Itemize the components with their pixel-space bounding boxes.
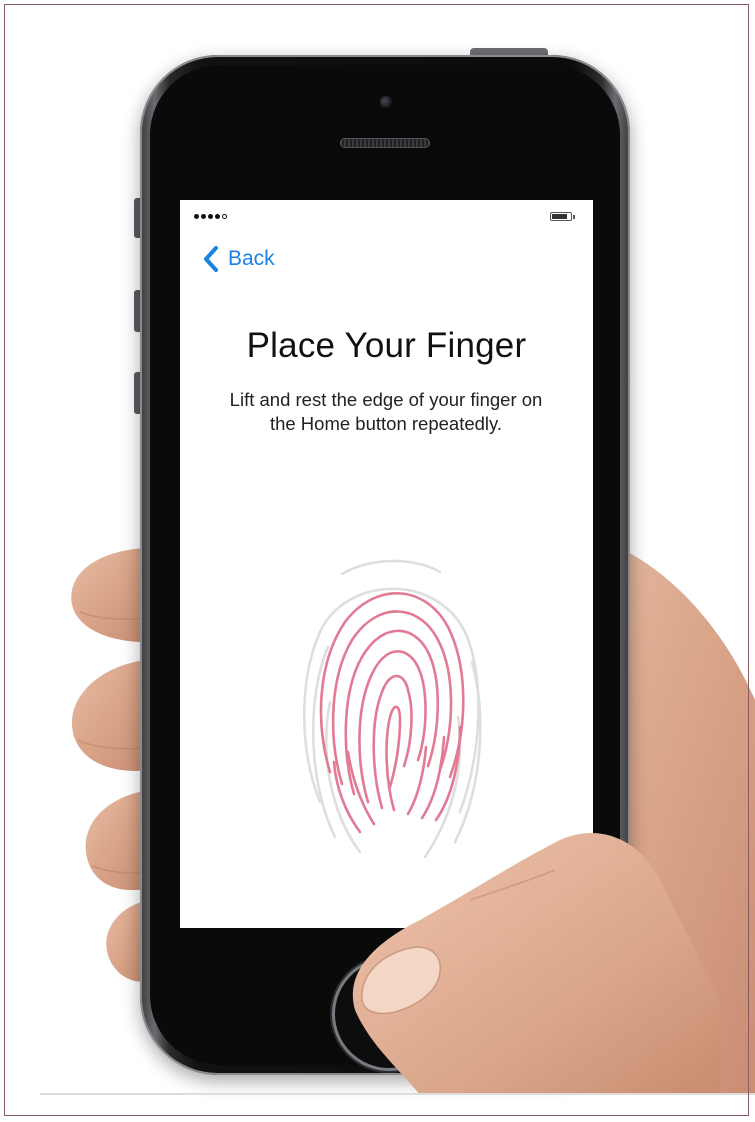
scene: Back Place Your Finger Lift and rest the… <box>0 0 755 1122</box>
thumb-illustration <box>352 833 720 1095</box>
bottom-divider <box>40 1093 755 1095</box>
